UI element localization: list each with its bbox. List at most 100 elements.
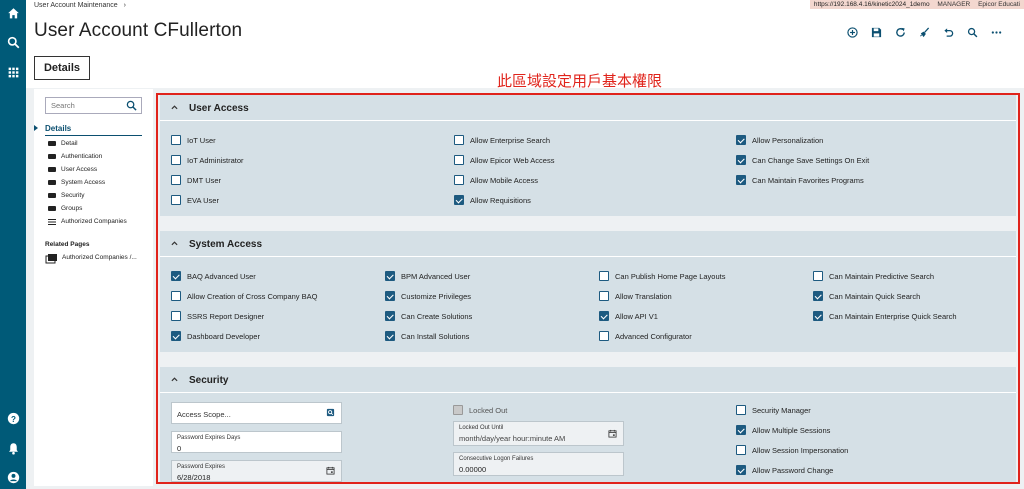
save-icon[interactable] [867,25,886,39]
checkbox-checked[interactable] [736,465,746,475]
allow-multiple-sessions-checkbox[interactable]: Allow Multiple Sessions [736,425,830,435]
ssrs-report-designer-checkbox[interactable]: SSRS Report Designer [171,311,264,321]
help-icon[interactable]: ? [5,410,21,426]
refresh-icon[interactable] [891,25,910,39]
allow-password-change-checkbox[interactable]: Allow Password Change [736,465,833,475]
advanced-configurator-checkbox[interactable]: Advanced Configurator [599,331,692,341]
checkbox-checked[interactable] [736,425,746,435]
tab-details[interactable]: Details [34,56,90,80]
checkbox-checked[interactable] [385,331,395,341]
checkbox-checked[interactable] [171,331,181,341]
chevron-up-icon[interactable] [171,104,178,111]
iot-administrator-checkbox[interactable]: IoT Administrator [171,155,244,165]
nav-item-security[interactable]: Security [48,192,84,199]
search-icon[interactable] [5,34,21,50]
checkbox-checked[interactable] [736,135,746,145]
calendar-icon[interactable] [608,429,617,438]
locked-out-checkbox[interactable]: Locked Out [453,405,507,415]
iot-user-checkbox[interactable]: IoT User [171,135,216,145]
checkbox-unchecked[interactable] [171,291,181,301]
section-header[interactable]: Security [160,367,1016,393]
checkbox-unchecked[interactable] [171,155,181,165]
allow-mobile-access-checkbox[interactable]: Allow Mobile Access [454,175,538,185]
allow-session-impersonation-checkbox[interactable]: Allow Session Impersonation [736,445,848,455]
can-maintain-favorites-programs-checkbox[interactable]: Can Maintain Favorites Programs [736,175,864,185]
section-header[interactable]: User Access [160,95,1016,121]
clear-icon[interactable] [915,25,934,39]
nav-item-detail[interactable]: Detail [48,140,78,147]
more-icon[interactable] [987,25,1006,39]
checkbox-unchecked[interactable] [599,271,609,281]
checkbox-checked[interactable] [171,271,181,281]
undo-icon[interactable] [939,25,958,39]
allow-requisitions-checkbox[interactable]: Allow Requisitions [454,195,531,205]
nav-item-authorized-companies[interactable]: Authorized Companies [48,218,127,225]
allow-creation-of-cross-company-baq-checkbox[interactable]: Allow Creation of Cross Company BAQ [171,291,317,301]
can-maintain-quick-search-checkbox[interactable]: Can Maintain Quick Search [813,291,920,301]
home-icon[interactable] [5,5,21,21]
checkbox-unchecked[interactable] [599,291,609,301]
allow-api-v1-checkbox[interactable]: Allow API V1 [599,311,658,321]
section-header[interactable]: System Access [160,231,1016,257]
calendar-icon[interactable] [326,466,335,475]
checkbox-unchecked[interactable] [599,331,609,341]
checkbox-unchecked[interactable] [454,155,464,165]
bpm-advanced-user-checkbox[interactable]: BPM Advanced User [385,271,470,281]
can-install-solutions-checkbox[interactable]: Can Install Solutions [385,331,469,341]
password-expires-days-field[interactable]: Password Expires Days 0 [171,431,342,453]
nav-search[interactable] [45,97,142,114]
nav-item-authentication[interactable]: Authentication [48,153,102,160]
checkbox-unchecked[interactable] [454,135,464,145]
checkbox-unchecked[interactable] [171,195,181,205]
checkbox-checked[interactable] [813,291,823,301]
allow-epicor-web-access-checkbox[interactable]: Allow Epicor Web Access [454,155,554,165]
chevron-up-icon[interactable] [171,376,178,383]
lookup-icon[interactable] [326,408,335,417]
allow-personalization-checkbox[interactable]: Allow Personalization [736,135,823,145]
can-create-solutions-checkbox[interactable]: Can Create Solutions [385,311,472,321]
can-change-save-settings-on-exit-checkbox[interactable]: Can Change Save Settings On Exit [736,155,869,165]
search-icon[interactable] [963,25,982,39]
nav-item-user-access[interactable]: User Access [48,166,97,173]
can-publish-home-page-layouts-checkbox[interactable]: Can Publish Home Page Layouts [599,271,725,281]
bell-icon[interactable] [5,440,21,456]
apps-grid-icon[interactable] [5,64,21,80]
locked-out-until-field[interactable]: Locked Out Until month/day/year hour:min… [453,421,624,446]
checkbox-checked[interactable] [385,271,395,281]
add-icon[interactable] [843,25,862,39]
checkbox-checked[interactable] [454,195,464,205]
checkbox-unchecked[interactable] [171,311,181,321]
checkbox-unchecked[interactable] [736,405,746,415]
user-icon[interactable] [5,469,21,485]
checkbox-checked[interactable] [736,155,746,165]
breadcrumb[interactable]: User Account Maintenance › [34,2,126,9]
checkbox-checked[interactable] [385,311,395,321]
related-item-authorized-companies[interactable]: Authorized Companies /... [48,254,137,261]
nav-item-groups[interactable]: Groups [48,205,82,212]
checkbox-unchecked[interactable] [813,271,823,281]
search-icon[interactable] [126,100,137,111]
checkbox-unchecked[interactable] [454,175,464,185]
nav-item-system-access[interactable]: System Access [48,179,105,186]
checkbox-unchecked[interactable] [171,135,181,145]
checkbox-checked[interactable] [736,175,746,185]
nav-group-details[interactable]: Details [34,124,142,136]
can-maintain-predictive-search-checkbox[interactable]: Can Maintain Predictive Search [813,271,934,281]
dashboard-developer-checkbox[interactable]: Dashboard Developer [171,331,260,341]
can-maintain-enterprise-quick-search-checkbox[interactable]: Can Maintain Enterprise Quick Search [813,311,957,321]
checkbox-box[interactable] [453,405,463,415]
access-scope-field[interactable]: Access Scope... [171,402,342,424]
checkbox-unchecked[interactable] [171,175,181,185]
chevron-up-icon[interactable] [171,240,178,247]
checkbox-unchecked[interactable] [736,445,746,455]
baq-advanced-user-checkbox[interactable]: BAQ Advanced User [171,271,256,281]
password-expires-field[interactable]: Password Expires 6/28/2018 [171,460,342,482]
dmt-user-checkbox[interactable]: DMT User [171,175,221,185]
checkbox-checked[interactable] [599,311,609,321]
checkbox-checked[interactable] [813,311,823,321]
eva-user-checkbox[interactable]: EVA User [171,195,219,205]
nav-search-input[interactable] [51,101,125,110]
allow-translation-checkbox[interactable]: Allow Translation [599,291,672,301]
customize-privileges-checkbox[interactable]: Customize Privileges [385,291,471,301]
checkbox-checked[interactable] [385,291,395,301]
